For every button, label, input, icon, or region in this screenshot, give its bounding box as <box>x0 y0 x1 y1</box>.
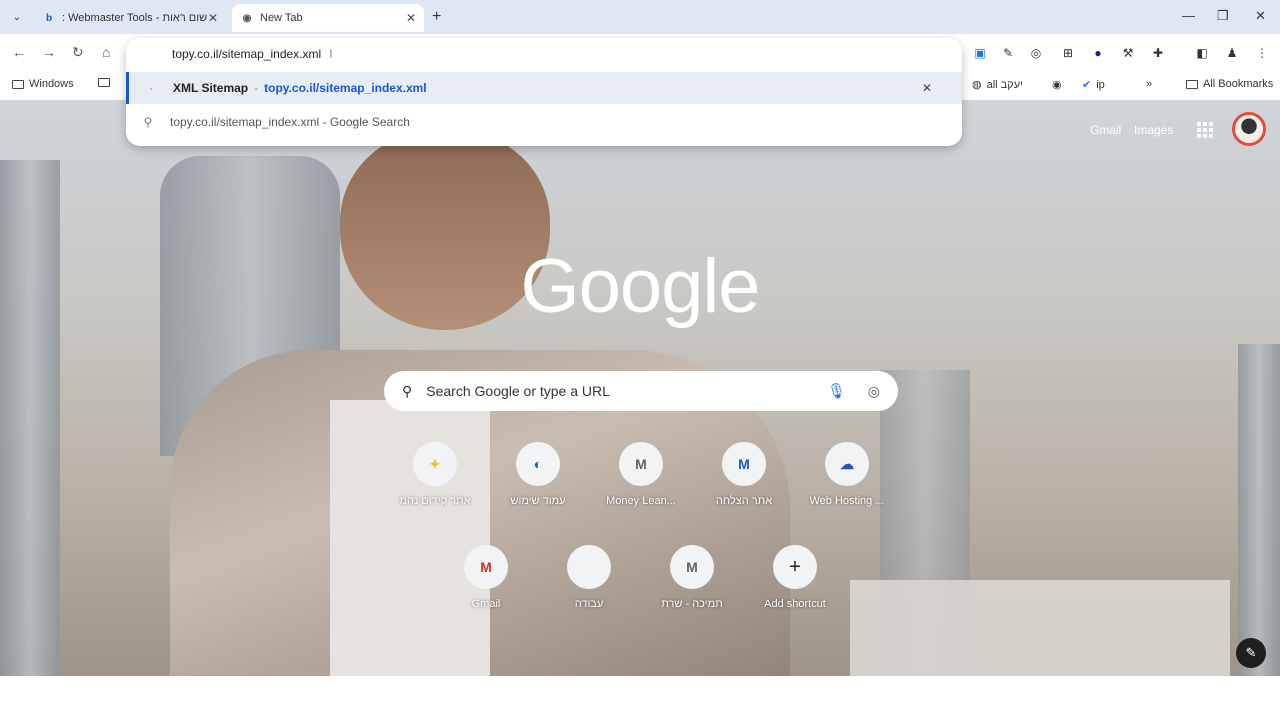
tab-webmaster-tools[interactable]: b : Webmaster Tools - שום ראות ✕ <box>34 4 226 32</box>
shortcut-label: עבודה <box>574 598 604 610</box>
shortcut-label: עמוד שימוש <box>510 495 566 507</box>
shortcut-tile[interactable]: M תמיכה - שרת <box>642 545 742 610</box>
folder-icon <box>12 79 24 89</box>
shortcut-icon: M <box>619 442 663 486</box>
bookmark-all[interactable]: ◍ all יעקב <box>972 78 1023 92</box>
suggestion-title: XML Sitemap <box>173 81 249 95</box>
minimize-button[interactable]: — <box>1182 8 1195 23</box>
site-icon: ◉ <box>1052 79 1062 91</box>
bookmark-label: All Bookmarks <box>1203 78 1274 90</box>
plus-icon: + <box>773 545 817 589</box>
shortcut-tile[interactable]: M Money Lean... <box>591 442 691 507</box>
shortcut-label: Add shortcut <box>764 598 826 610</box>
bookmarks-overflow[interactable]: » <box>1146 78 1152 90</box>
page-footer-area <box>0 676 1280 720</box>
camera-extension-icon[interactable]: ◎ <box>1028 45 1044 61</box>
bookmark-label: ip <box>1096 78 1105 91</box>
shortcut-tile[interactable]: ✦ אתר קידום נהמ <box>385 442 485 507</box>
maximize-button[interactable]: ❐ <box>1217 8 1229 24</box>
close-tab-icon[interactable]: ✕ <box>208 11 218 25</box>
text-cursor-icon: I <box>329 47 333 61</box>
chrome-favicon-icon: ◉ <box>242 12 252 24</box>
remove-suggestion-icon[interactable]: ✕ <box>922 81 932 95</box>
chevron-double-icon: » <box>1146 78 1153 90</box>
omnibox-dropdown: topy.co.il/sitemap_index.xml I · XML Sit… <box>126 38 962 146</box>
bookmark-windows[interactable]: Windows <box>12 78 74 90</box>
menu-kebab-icon[interactable]: ⋮ <box>1254 45 1270 61</box>
shortcut-tile[interactable]: ◐ עמוד שימוש <box>488 442 588 507</box>
shortcut-label: Web Hosting ... <box>809 495 885 507</box>
pen-extension-icon[interactable]: ✎ <box>1000 45 1016 61</box>
extension-icon[interactable]: ⊞ <box>1060 45 1076 61</box>
omnibox-value: topy.co.il/sitemap_index.xml <box>172 47 322 61</box>
shortcut-icon: ◐ <box>516 442 560 486</box>
shortcut-icon: M <box>670 545 714 589</box>
add-shortcut-button[interactable]: + Add shortcut <box>745 545 845 610</box>
bookmark-folder[interactable] <box>98 78 110 87</box>
shortcut-tile[interactable]: M אתר הצלחה <box>694 442 794 507</box>
shortcut-icon: ✦ <box>413 442 457 486</box>
omnibox-input[interactable]: topy.co.il/sitemap_index.xml I <box>126 38 962 70</box>
bookmark-item[interactable]: ◉ <box>1052 78 1062 91</box>
circle-extension-icon[interactable]: ● <box>1090 45 1106 61</box>
folder-icon <box>1186 79 1198 89</box>
shortcut-icon <box>567 545 611 589</box>
gmail-icon: M <box>464 545 508 589</box>
puzzle-extensions-icon[interactable]: ✚ <box>1150 45 1166 61</box>
shortcut-label: אתר קידום נהמ <box>399 495 471 507</box>
tab-title: New Tab <box>260 12 303 24</box>
tools-extension-icon[interactable]: ⚒ <box>1120 45 1136 61</box>
extension-icon[interactable]: ▣ <box>972 45 988 61</box>
search-icon: ⚲ <box>143 115 153 129</box>
bookmark-ip[interactable]: ✔ ip <box>1082 78 1105 92</box>
page-icon: · <box>149 81 153 95</box>
bookmark-label: Windows <box>29 78 74 90</box>
omnibox-suggestion-url[interactable]: · XML Sitemap - topy.co.il/sitemap_index… <box>126 72 962 104</box>
shortcut-label: Money Lean... <box>606 495 676 507</box>
reload-button[interactable]: ↻ <box>72 44 84 61</box>
shortcut-label: תמיכה - שרת <box>661 598 723 610</box>
close-window-button[interactable]: ✕ <box>1255 8 1266 24</box>
tab-search-button[interactable]: ⌄ <box>6 6 28 28</box>
omnibox-suggestion-search[interactable]: ⚲ topy.co.il/sitemap_index.xml - Google … <box>126 106 962 138</box>
back-button[interactable]: ← <box>12 44 26 60</box>
shortcut-icon: M <box>722 442 766 486</box>
home-button[interactable]: ⌂ <box>102 44 110 60</box>
bing-favicon-icon: b <box>45 12 53 24</box>
forward-button[interactable]: → <box>42 44 56 60</box>
side-panel-icon[interactable]: ◧ <box>1194 45 1210 61</box>
tab-new-tab[interactable]: ◉ New Tab ✕ <box>232 4 424 32</box>
close-tab-icon[interactable]: ✕ <box>406 11 416 25</box>
tab-strip: ⌄ b : Webmaster Tools - שום ראות ✕ ◉ New… <box>0 0 1280 34</box>
globe-icon: ◍ <box>972 79 982 91</box>
new-tab-page: Gmail Images Google ⚲ Search Google or t… <box>0 100 1280 676</box>
suggestion-text: topy.co.il/sitemap_index.xml - Google Se… <box>170 115 410 129</box>
shortcut-tile[interactable]: עבודה <box>539 545 639 610</box>
new-tab-button[interactable]: + <box>432 8 441 26</box>
all-bookmarks[interactable]: All Bookmarks <box>1186 78 1273 90</box>
folder-icon <box>98 78 110 87</box>
bookmark-label: all יעקב <box>986 78 1023 91</box>
profile-extension-icon[interactable]: ♟ <box>1224 45 1240 61</box>
shortcut-label: Gmail <box>471 598 501 610</box>
shortcut-tile[interactable]: ☁ Web Hosting ... <box>797 442 897 507</box>
suggestion-separator: - <box>254 81 259 95</box>
shortcut-gmail[interactable]: M Gmail <box>436 545 536 610</box>
shortcuts-grid: ✦ אתר קידום נהמ ◐ עמוד שימוש M Money Lea… <box>0 100 1280 676</box>
customize-pencil-icon[interactable]: ✎ <box>1236 638 1266 668</box>
suggestion-url: topy.co.il/sitemap_index.xml <box>264 81 427 95</box>
check-icon: ✔ <box>1082 79 1092 91</box>
tab-title: : Webmaster Tools - שום ראות <box>62 12 208 24</box>
shortcut-label: אתר הצלחה <box>715 495 773 507</box>
shortcut-icon: ☁ <box>825 442 869 486</box>
